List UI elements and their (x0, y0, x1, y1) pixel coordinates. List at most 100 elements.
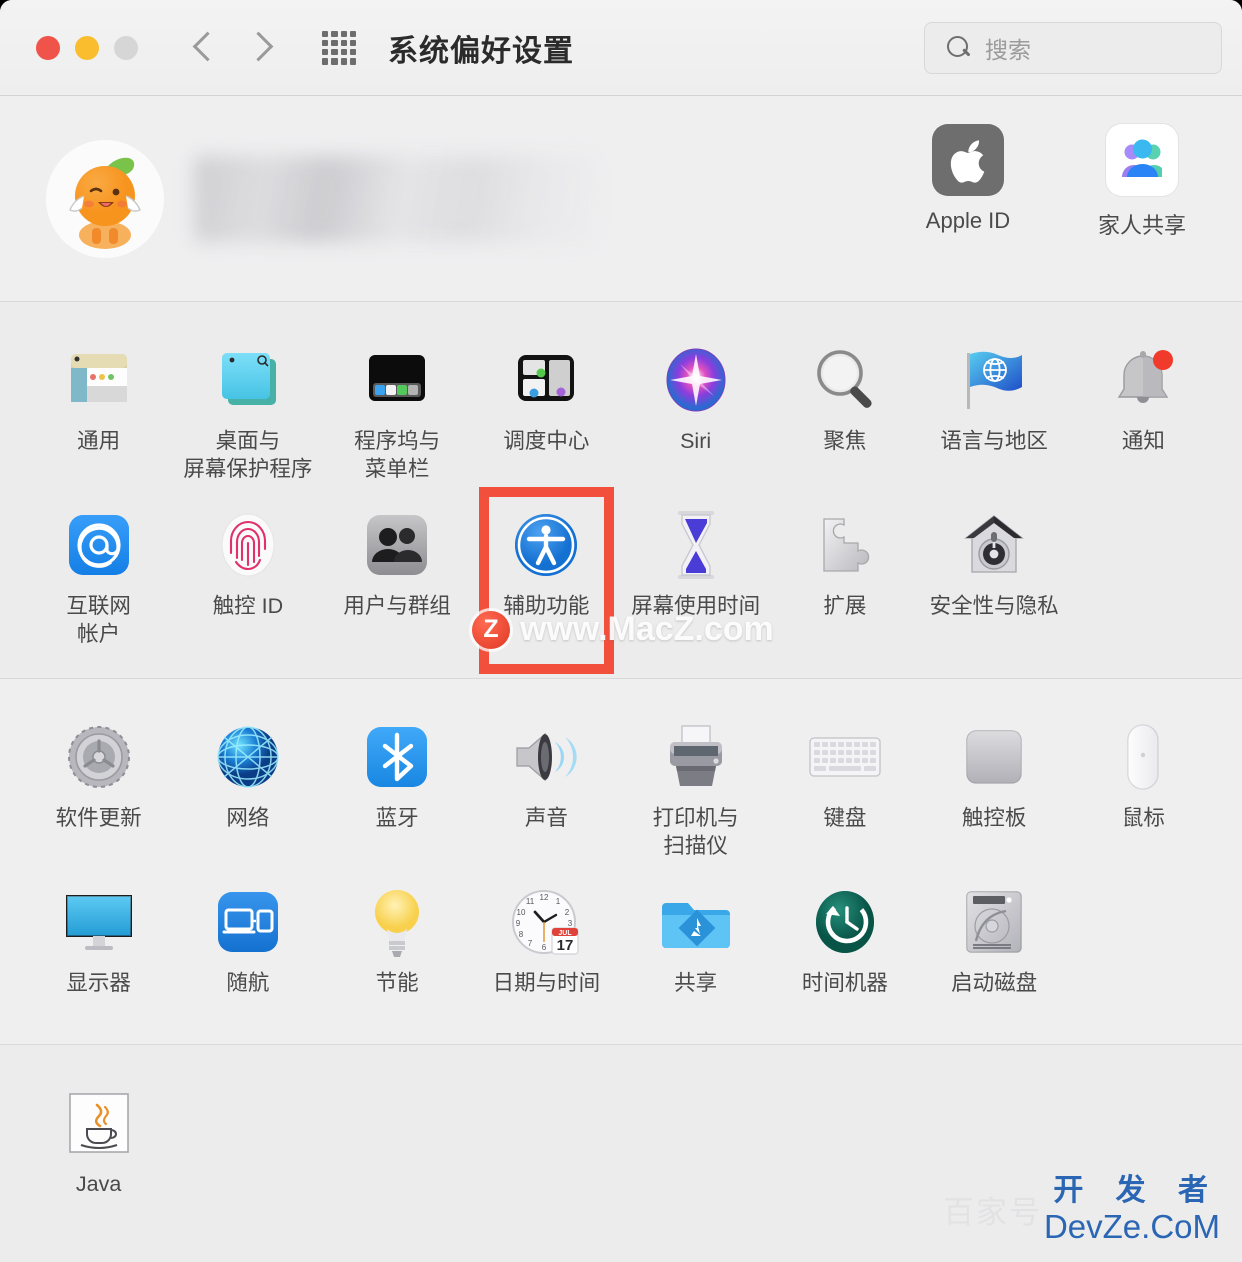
grid-dot (349, 30, 356, 37)
show-all-grid-icon[interactable] (322, 30, 356, 65)
pref-label: 启动磁盘 (951, 971, 1038, 996)
pref-label: 蓝牙 (375, 806, 419, 831)
pref-internet-accounts[interactable]: 互联网 帐户 (24, 495, 173, 660)
account-name-redacted (194, 155, 594, 242)
time-machine-icon (770, 884, 919, 960)
pref-startup-disk[interactable]: 启动磁盘 (920, 872, 1069, 1026)
sound-icon (472, 719, 621, 795)
pref-time-machine[interactable]: 时间机器 (770, 872, 919, 1026)
pref-energy-saver[interactable]: 节能 (323, 872, 472, 1026)
family-sharing-item[interactable]: 家人共享 (1082, 124, 1202, 240)
svg-text:8: 8 (519, 930, 524, 939)
search-field[interactable]: 搜索 (924, 22, 1222, 74)
pref-label: 触控板 (961, 806, 1027, 831)
pref-trackpad[interactable]: 触控板 (920, 707, 1069, 872)
energy-saver-icon (323, 884, 472, 960)
pref-label: 时间机器 (801, 971, 888, 996)
desktop-screensaver-icon (173, 342, 322, 418)
security-privacy-icon (920, 507, 1069, 583)
apple-logo-icon (932, 124, 1004, 196)
pref-empty-slot (770, 1073, 919, 1227)
network-icon (173, 719, 322, 795)
pref-network[interactable]: 网络 (173, 707, 322, 872)
account-shortcuts: Apple ID 家人共享 (908, 124, 1202, 240)
svg-text:11: 11 (526, 897, 535, 906)
pref-java[interactable]: Java (24, 1073, 173, 1227)
zoom-button[interactable] (114, 35, 138, 60)
system-preferences-window: 系统偏好设置 搜索 Apple ID 家人共享 通用 桌面与 屏幕保护程序 程序… (0, 0, 1242, 1262)
pref-label: 安全性与隐私 (929, 594, 1059, 619)
baijiahao-text: 百家号 (943, 1195, 1042, 1230)
grid-dot (322, 49, 329, 56)
pref-label: 调度中心 (503, 429, 590, 453)
devze-text: DevZe.CoM (1043, 1208, 1220, 1245)
pref-date-time[interactable]: 1212 345 678 91011 JUL 17 日期 (472, 872, 621, 1026)
pref-spotlight[interactable]: 聚焦 (770, 330, 919, 495)
pref-mission-control[interactable]: 调度中心 (472, 330, 621, 495)
pref-security-privacy[interactable]: 安全性与隐私 (920, 495, 1069, 660)
apple-id-item[interactable]: Apple ID (908, 124, 1028, 240)
pref-siri[interactable]: Siri (621, 330, 770, 495)
navigation-buttons (188, 26, 276, 70)
pref-language-region[interactable]: 语言与地区 (920, 330, 1069, 495)
grid-dot (340, 39, 347, 46)
pref-sound[interactable]: 声音 (472, 707, 621, 872)
minimize-button[interactable] (75, 35, 99, 60)
icon-row: 显示器 随航 节能 12 1 2 3 6 7 8 9 10 11 JUL 17 … (0, 872, 1242, 1026)
pref-dock-menubar[interactable]: 程序坞与 菜单栏 (323, 330, 472, 495)
icon-row: 通用 桌面与 屏幕保护程序 程序坞与 菜单栏 调度中心 Siri 聚焦 语言与地… (0, 330, 1242, 495)
pref-extensions[interactable]: 扩展 (770, 495, 919, 660)
pref-bluetooth[interactable]: 蓝牙 (323, 707, 472, 872)
macz-url-text: www.MacZ.com (520, 610, 774, 648)
avatar[interactable] (46, 139, 164, 258)
section-hardware: 软件更新 网络 蓝牙 声音 打印机与 扫描仪 键盘 触控板 鼠标 显示器 随航 … (0, 679, 1242, 1046)
general-icon (24, 342, 173, 418)
pref-touch-id[interactable]: 触控 ID (173, 495, 322, 660)
apple-id-label: Apple ID (925, 208, 1011, 233)
date-icon-month: JUL (559, 930, 573, 937)
back-chevron-icon[interactable] (188, 26, 218, 70)
pref-label: 通知 (1121, 429, 1165, 453)
notifications-icon (1069, 342, 1218, 418)
pref-users-groups[interactable]: 用户与群组 (323, 495, 472, 660)
pref-keyboard[interactable]: 键盘 (770, 707, 919, 872)
pref-sharing[interactable]: 共享 (621, 872, 770, 1026)
pref-printers-scanners[interactable]: 打印机与 扫描仪 (621, 707, 770, 872)
sharing-icon (621, 884, 770, 960)
pref-general[interactable]: 通用 (24, 330, 173, 495)
pref-label: 共享 (674, 971, 718, 996)
pref-notifications[interactable]: 通知 (1069, 330, 1218, 495)
family-sharing-icon (1106, 124, 1178, 196)
pref-label: 程序坞与 菜单栏 (354, 429, 441, 481)
pref-software-update[interactable]: 软件更新 (24, 707, 173, 872)
search-icon (947, 36, 971, 60)
kaifazhe-text: 开 发 者 (1053, 1174, 1220, 1207)
grid-dot (340, 58, 347, 65)
printers-scanners-icon (621, 719, 770, 795)
startup-disk-icon (920, 884, 1069, 960)
pref-sidecar[interactable]: 随航 (173, 872, 322, 1026)
software-update-icon (24, 719, 173, 795)
svg-text:10: 10 (517, 908, 526, 917)
family-sharing-label: 家人共享 (1097, 213, 1186, 238)
pref-label: 互联网 帐户 (66, 594, 131, 646)
pref-label: 显示器 (66, 971, 131, 996)
pref-label: 打印机与 扫描仪 (652, 806, 739, 858)
pref-displays[interactable]: 显示器 (24, 872, 173, 1026)
spotlight-icon (770, 342, 919, 418)
close-button[interactable] (36, 35, 60, 60)
titlebar: 系统偏好设置 搜索 (0, 0, 1242, 96)
pref-empty-slot (173, 1073, 322, 1227)
forward-chevron-icon[interactable] (246, 26, 276, 70)
pref-desktop-screensaver[interactable]: 桌面与 屏幕保护程序 (173, 330, 322, 495)
pref-label: 聚焦 (823, 429, 867, 453)
pref-empty-slot (472, 1073, 621, 1227)
svg-text:6: 6 (542, 943, 547, 952)
date-time-icon: 1212 345 678 91011 JUL 17 (472, 884, 621, 960)
touch-id-icon (173, 507, 322, 583)
pref-label: 扩展 (823, 594, 867, 619)
pref-mouse[interactable]: 鼠标 (1069, 707, 1218, 872)
mouse-icon (1069, 719, 1218, 795)
grid-dot (340, 30, 347, 37)
pref-label: 用户与群组 (343, 594, 451, 619)
